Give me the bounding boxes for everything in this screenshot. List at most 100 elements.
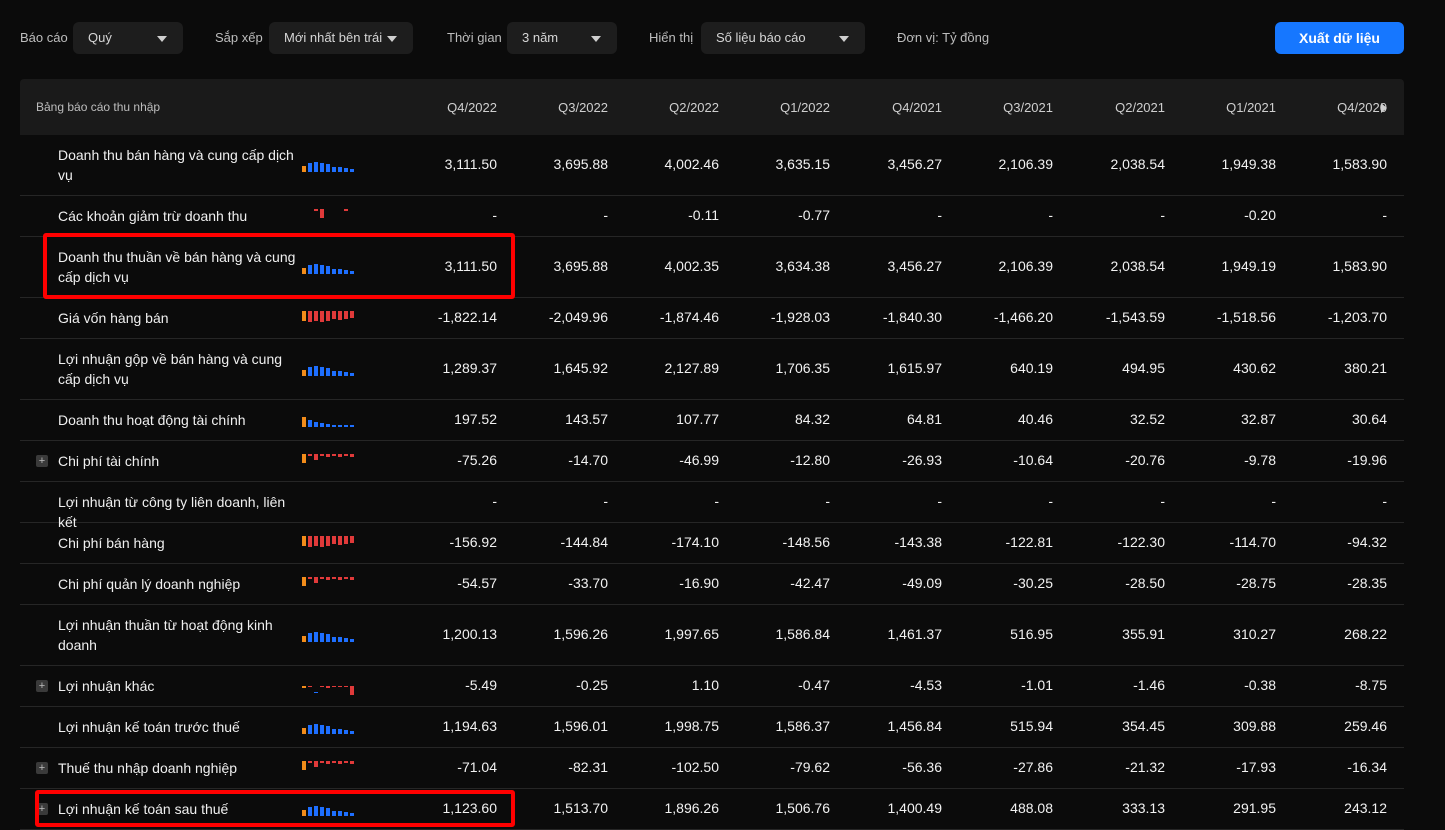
toolbar: Báo cáo Quý Sắp xếp Mới nhất bên trái Th…: [0, 0, 1445, 76]
expand-icon[interactable]: +: [36, 762, 48, 774]
table-cell: -94.32: [1347, 534, 1387, 550]
expand-icon[interactable]: +: [36, 680, 48, 692]
table-cell: -114.70: [1229, 534, 1276, 550]
sparkline-bar: [320, 423, 324, 427]
sparkline-bar: [344, 372, 348, 376]
row-label: Các khoản giảm trừ doanh thu: [58, 208, 248, 224]
sparkline: [302, 413, 356, 427]
table-cell: -: [1382, 207, 1387, 223]
sparkline-bar: [314, 724, 318, 734]
table-row[interactable]: Các khoản giảm trừ doanh thu - - -0.11 -0.77…: [20, 196, 1404, 237]
table-cell: -122.30: [1117, 534, 1165, 550]
table-title: Bảng báo cáo thu nhập: [36, 100, 161, 114]
table-cell: -0.11: [688, 207, 719, 223]
table-row[interactable]: Giá vốn hàng bán -1,822.14 -2,049.96 -1,874…: [20, 298, 1404, 339]
sparkline-bar: [338, 729, 342, 734]
sparkline: [302, 761, 356, 775]
sparkline-bar: [308, 633, 312, 642]
table-row[interactable]: Lợi nhuận từ công ty liên doanh, liên kế…: [20, 482, 1404, 530]
table-row[interactable]: Doanh thu thuần về bán hàng và cung cấp …: [20, 237, 1404, 298]
sparkline-bar: [344, 812, 348, 816]
table-cell: -82.31: [568, 759, 608, 775]
table-cell: 197.52: [454, 411, 497, 427]
report-select[interactable]: Quý: [73, 22, 183, 54]
sparkline-bar: [314, 692, 318, 693]
sparkline-bar: [320, 454, 324, 456]
table-cell: 1,998.75: [664, 718, 720, 734]
table-cell: -174.10: [671, 534, 719, 550]
column-header: Q3/2022: [558, 100, 608, 115]
sparkline-bar: [350, 311, 354, 318]
sparkline-bar: [302, 536, 306, 546]
table-cell: -12.80: [790, 452, 830, 468]
table-cell: 243.12: [1344, 800, 1387, 816]
table-cell: 268.22: [1344, 626, 1387, 642]
sparkline-bar: [326, 266, 330, 274]
table-row[interactable]: Doanh thu hoạt động tài chính 197.52 143.5…: [20, 400, 1404, 441]
sparkline-bar: [350, 271, 354, 274]
table-cell: 3,634.38: [775, 258, 831, 274]
table-cell: -21.32: [1125, 759, 1165, 775]
table-row[interactable]: Chi phí quản lý doanh nghiệp -54.57 -33.70…: [20, 564, 1404, 605]
table-cell: -16.34: [1347, 759, 1387, 775]
table-cell: -16.90: [679, 575, 719, 591]
table-cell: -30.25: [1013, 575, 1053, 591]
table-cell: 1,194.63: [442, 718, 498, 734]
table-row[interactable]: Lợi nhuận gộp về bán hàng và cung cấp dị…: [20, 339, 1404, 400]
expand-icon[interactable]: +: [36, 803, 48, 815]
table-row[interactable]: + Lợi nhuận kế toán sau thuế 1,123.60 1,513…: [20, 789, 1404, 830]
row-label: Doanh thu thuần về bán hàng và cung cấp …: [58, 249, 296, 285]
table-cell: -10.64: [1013, 452, 1053, 468]
sparkline-bar: [320, 807, 324, 816]
table-row[interactable]: + Chi phí tài chính -75.26 -14.70 -46.99 -12.…: [20, 441, 1404, 482]
table-cell: -8.75: [1355, 677, 1387, 693]
export-button[interactable]: Xuất dữ liệu: [1275, 22, 1404, 54]
table-row[interactable]: Chi phí bán hàng -156.92 -144.84 -174.10 -14…: [20, 523, 1404, 564]
table-row[interactable]: + Thuế thu nhập doanh nghiệp -71.04 -82.31 -…: [20, 748, 1404, 789]
table-cell: 1,645.92: [553, 360, 609, 376]
table-cell: 309.88: [1233, 718, 1276, 734]
time-label: Thời gian: [447, 30, 502, 45]
table-cell: 1,586.84: [775, 626, 831, 642]
sparkline-bar: [314, 536, 318, 546]
table-cell: -1,203.70: [1327, 309, 1387, 325]
sparkline-bar: [344, 730, 348, 734]
row-label: Chi phí bán hàng: [58, 535, 165, 551]
table-cell: -: [1048, 493, 1053, 509]
table-row[interactable]: Doanh thu bán hàng và cung cấp dịch vụ 3,…: [20, 135, 1404, 196]
sparkline: [302, 679, 356, 695]
sparkline-bar: [332, 454, 336, 456]
sparkline-bar: [350, 425, 354, 427]
column-header: Q3/2021: [1003, 100, 1053, 115]
report-label: Báo cáo: [20, 30, 68, 45]
table-row[interactable]: + Lợi nhuận khác -5.49 -0.25 1.10 -0.47 -4.53 -…: [20, 666, 1404, 707]
time-select[interactable]: 3 năm: [507, 22, 617, 54]
sort-select[interactable]: Mới nhất bên trái: [269, 22, 413, 54]
table-row[interactable]: Lợi nhuận kế toán trước thuế 1,194.63 1,59…: [20, 707, 1404, 748]
table-cell: 494.95: [1122, 360, 1165, 376]
table-cell: 3,635.15: [775, 156, 831, 172]
row-label: Giá vốn hàng bán: [58, 310, 169, 326]
sparkline-bar: [302, 761, 306, 770]
sparkline-bar: [326, 808, 330, 816]
table-row[interactable]: Lợi nhuận thuần từ hoạt động kinh doanh 1…: [20, 605, 1404, 666]
table-cell: 1,456.84: [887, 718, 943, 734]
sparkline-bar: [320, 536, 324, 547]
display-select[interactable]: Số liệu báo cáo: [701, 22, 865, 54]
sparkline-bar: [326, 311, 330, 321]
income-statement-table: Bảng báo cáo thu nhập Q4/2022 Q3/2022 Q2/2…: [20, 79, 1404, 830]
sparkline-bar: [332, 167, 336, 172]
sparkline-bar: [302, 311, 306, 321]
sparkline: [302, 362, 356, 376]
table-cell: 3,111.50: [444, 156, 497, 172]
table-cell: -1,466.20: [993, 309, 1053, 325]
expand-icon[interactable]: +: [36, 455, 48, 467]
table-cell: 1,506.76: [775, 800, 831, 816]
sparkline-bar: [320, 761, 324, 763]
sparkline-bar: [326, 577, 330, 580]
sparkline-bar: [302, 417, 306, 427]
table-cell: -56.36: [902, 759, 942, 775]
sparkline: [302, 628, 356, 642]
table-cell: 4,002.46: [664, 156, 720, 172]
row-label: Doanh thu hoạt động tài chính: [58, 412, 246, 428]
